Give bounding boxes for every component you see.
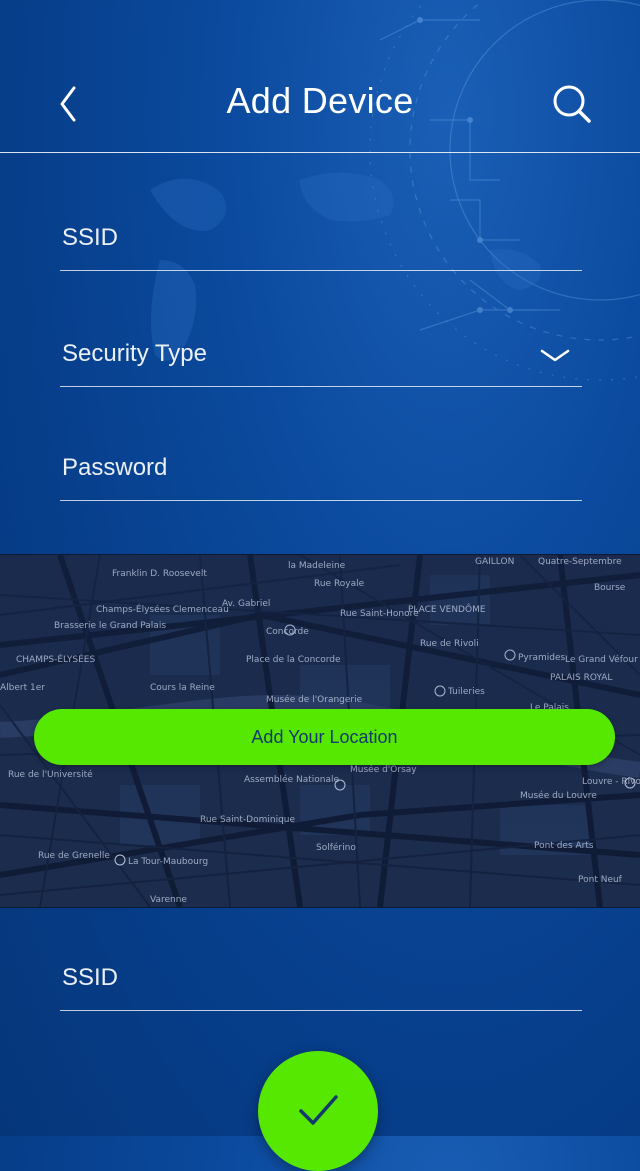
map-label: Rue Saint-Dominique: [200, 815, 296, 825]
map-label: Musée d'Orsay: [350, 765, 417, 775]
search-icon: [553, 85, 591, 123]
page-title: Add Device: [226, 80, 414, 121]
app-header: Add Device: [0, 0, 640, 152]
map-label: Pyramides: [518, 653, 566, 663]
map-label: PALAIS ROYAL: [550, 673, 613, 683]
map-label: Varenne: [150, 895, 187, 905]
map-label: la Madeleine: [288, 561, 346, 571]
map-label: Av. Gabriel: [222, 599, 271, 609]
header-divider: [0, 152, 640, 153]
map-label: GAILLON: [475, 557, 515, 567]
map-label: Solférino: [316, 843, 356, 853]
chevron-down-icon: [540, 349, 570, 362]
map-label: Rue Royale: [314, 579, 365, 589]
map-label: Rue de Grenelle: [38, 851, 110, 861]
map-label: Assemblée Nationale: [244, 775, 340, 785]
map-label: Quatre-Septembre: [538, 557, 622, 567]
map-label: Franklin D. Roosevelt: [112, 569, 207, 579]
map-label: PLACE VENDÔME: [408, 605, 486, 615]
map-label: CHAMPS-ÉLYSÉES: [16, 655, 96, 665]
map-label: Louvre - Rivoli: [582, 777, 640, 787]
ssid-placeholder-secondary: SSID: [62, 964, 119, 991]
add-location-label: Add Your Location: [251, 726, 398, 747]
map-label: Albert 1er: [0, 683, 45, 693]
map-label: Concorde: [266, 627, 309, 637]
map-label: Tuileries: [448, 687, 485, 697]
map-label: Bourse: [594, 583, 626, 593]
map-label: La Tour-Maubourg: [128, 857, 209, 867]
password-placeholder: Password: [62, 454, 168, 481]
map-label: Musée de l'Orangerie: [266, 695, 363, 705]
security-type-dropdown[interactable]: Security Type: [60, 326, 582, 387]
map-label: Brasserie le Grand Palais: [54, 621, 167, 631]
security-type-placeholder: Security Type: [62, 340, 207, 367]
map-label: Place de la Concorde: [246, 655, 341, 665]
search-button[interactable]: [550, 82, 594, 126]
ssid-placeholder: SSID: [62, 224, 119, 251]
map-label: Champs-Élysées Clemenceau: [96, 605, 229, 615]
map-label: Le Grand Véfour: [565, 655, 638, 665]
ssid-field-secondary[interactable]: SSID: [60, 950, 582, 1011]
password-field[interactable]: Password: [60, 440, 582, 501]
map-label: Cours la Reine: [150, 683, 215, 693]
checkmark-icon: [299, 1095, 338, 1125]
map-label: Pont Neuf: [578, 875, 622, 885]
map-label: Rue Saint-Honoré: [340, 609, 419, 619]
add-location-button[interactable]: Add Your Location: [34, 709, 615, 765]
map-label: Rue de Rivoli: [420, 639, 479, 649]
map-label: Musée du Louvre: [520, 791, 597, 801]
confirm-button[interactable]: [258, 1051, 378, 1171]
ssid-field[interactable]: SSID: [60, 210, 582, 271]
map-label: Pont des Arts: [534, 841, 594, 851]
map-label: Rue de l'Université: [8, 770, 93, 780]
